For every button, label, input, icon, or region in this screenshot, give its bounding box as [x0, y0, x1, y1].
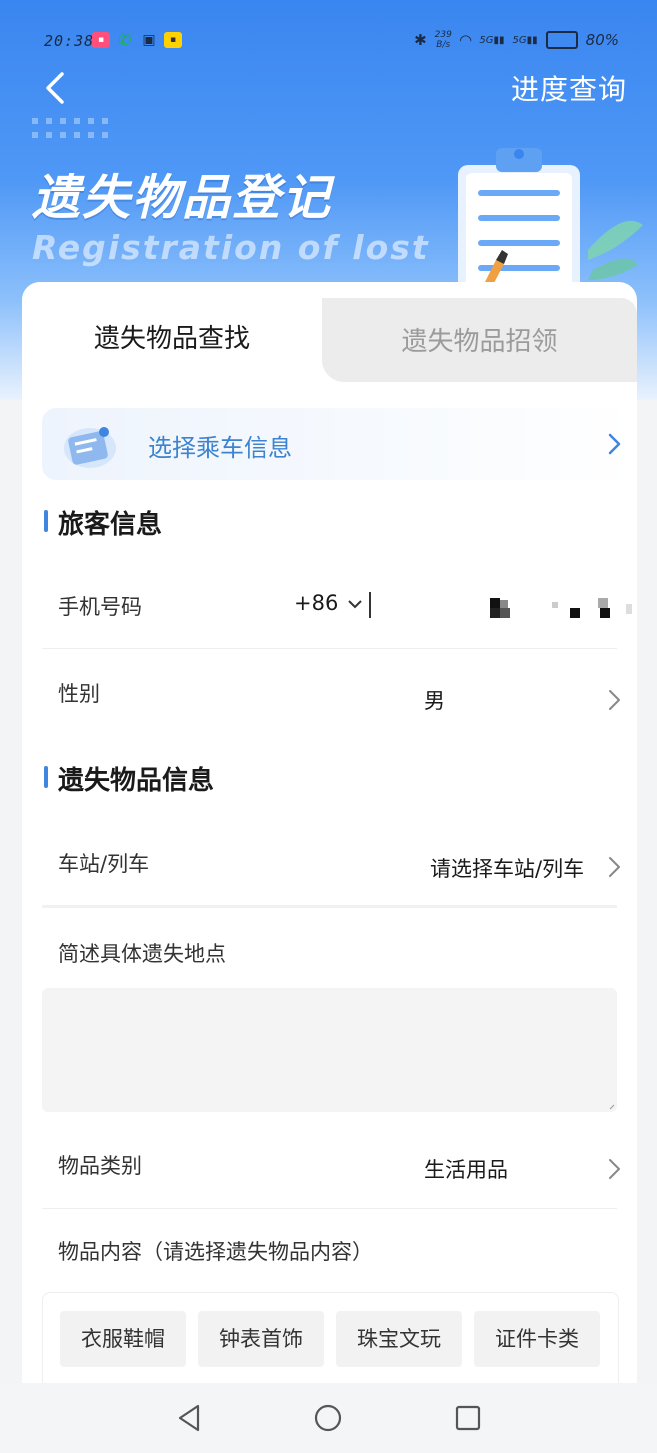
tab-lost-search[interactable]: 遗失物品查找 — [22, 282, 322, 382]
nav-home-icon[interactable] — [313, 1403, 343, 1433]
nav-bar: 进度查询 — [0, 64, 657, 112]
location-label: 简述具体遗失地点 — [58, 942, 226, 966]
signal-icon-1: 5G▮▮ — [479, 34, 505, 46]
back-button[interactable] — [38, 68, 78, 108]
meituan-icon: ▪ — [164, 32, 182, 48]
status-time: 20:38 — [44, 32, 95, 50]
app-notification-icon: ▪ — [92, 32, 110, 48]
chip-documents-cards[interactable]: 证件卡类 — [474, 1311, 600, 1367]
gender-value: 男 — [424, 689, 445, 713]
chip-clothing[interactable]: 衣服鞋帽 — [60, 1311, 186, 1367]
signal-icon-2: 5G▮▮ — [512, 34, 538, 46]
country-code-select[interactable]: +86 — [294, 591, 363, 615]
category-row[interactable]: 物品类别 生活用品 — [42, 1132, 637, 1206]
chevron-right-icon — [609, 1159, 620, 1179]
gender-label: 性别 — [58, 682, 100, 706]
nav-recents-icon[interactable] — [453, 1403, 483, 1433]
tv-app-icon: ▣ — [142, 32, 156, 48]
page-title: 遗失物品登记 — [32, 170, 333, 226]
chevron-right-icon — [609, 690, 620, 710]
status-bar: 20:38 ▪ ✆ ▣ ▪ ✱ 239 B/s ◠ 5G▮▮ 5G▮▮ 80% — [0, 28, 657, 58]
station-row[interactable]: 车站/列车 请选择车站/列车 — [42, 830, 637, 904]
phone-label: 手机号码 — [58, 595, 142, 619]
content-label: 物品内容（请选择遗失物品内容） — [58, 1240, 373, 1264]
phone-cursor — [369, 592, 371, 618]
wifi-icon: ◠ — [459, 31, 472, 49]
decorative-dots — [32, 118, 108, 138]
chevron-down-icon — [348, 600, 362, 609]
bluetooth-icon: ✱ — [414, 31, 427, 49]
chip-antiques[interactable]: 珠宝文玩 — [336, 1311, 462, 1367]
divider — [42, 648, 617, 649]
ticket-icon — [64, 427, 116, 468]
status-right: ✱ 239 B/s ◠ 5G▮▮ 5G▮▮ 80% — [414, 30, 619, 50]
location-textarea[interactable] — [42, 988, 617, 1112]
chevron-right-icon — [608, 433, 621, 455]
section-accent-bar — [44, 766, 48, 788]
gender-row[interactable]: 性别 男 — [42, 660, 637, 736]
masked-phone-number — [490, 598, 632, 618]
divider — [42, 1208, 617, 1209]
phone-icon: ✆ — [118, 30, 132, 49]
category-label: 物品类别 — [58, 1154, 142, 1178]
chevron-right-icon — [609, 857, 620, 877]
nav-back-icon[interactable] — [174, 1403, 204, 1433]
passenger-section-title: 旅客信息 — [44, 504, 162, 541]
battery-icon — [545, 31, 578, 49]
net-speed: 239 B/s — [434, 30, 452, 50]
progress-query-link[interactable]: 进度查询 — [511, 68, 627, 108]
select-trip-label: 选择乘车信息 — [148, 434, 292, 462]
resize-handle-icon — [609, 1104, 615, 1110]
system-nav-bar — [0, 1383, 657, 1453]
chip-watches-jewelry[interactable]: 钟表首饰 — [198, 1311, 324, 1367]
station-label: 车站/列车 — [58, 852, 150, 876]
divider — [42, 905, 617, 908]
item-section-title: 遗失物品信息 — [44, 760, 214, 797]
clipboard-illustration — [458, 148, 643, 300]
select-trip-button[interactable]: 选择乘车信息 — [42, 408, 637, 480]
category-value: 生活用品 — [424, 1158, 508, 1182]
station-value: 请选择车站/列车 — [430, 857, 585, 881]
notification-icons: ▪ ✆ ▣ ▪ — [92, 32, 182, 48]
tab-lost-claim[interactable]: 遗失物品招领 — [322, 298, 637, 382]
chevron-left-icon — [46, 72, 64, 104]
phone-number-input[interactable] — [380, 586, 637, 626]
section-accent-bar — [44, 510, 48, 532]
page-subtitle: Registration of lost — [32, 228, 430, 267]
battery-level: 80% — [585, 31, 619, 49]
